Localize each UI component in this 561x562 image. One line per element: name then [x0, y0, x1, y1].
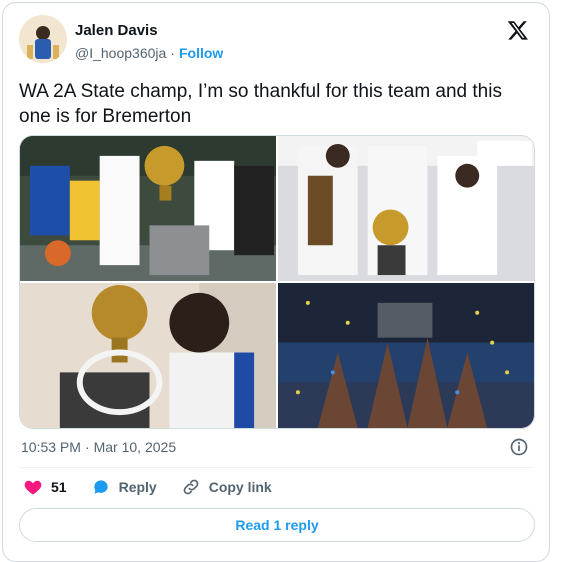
author-handle-row: @I_hoop360ja · Follow: [75, 45, 223, 61]
tweet-timestamp[interactable]: 10:53 PM · Mar 10, 2025: [21, 439, 176, 455]
info-icon[interactable]: [509, 437, 529, 457]
media-grid[interactable]: [19, 135, 535, 429]
action-bar: 51 Reply Copy link: [23, 477, 296, 497]
photo-confetti-hands[interactable]: [278, 283, 534, 428]
tweet-date: Mar 10, 2025: [93, 439, 177, 455]
reply-button[interactable]: Reply: [91, 477, 157, 497]
photo-trophy-celebration[interactable]: [20, 136, 276, 281]
like-count: 51: [51, 479, 67, 495]
copy-link-label: Copy link: [208, 479, 272, 495]
follow-button[interactable]: Follow: [179, 45, 223, 61]
handle-separator: ·: [170, 45, 175, 61]
x-logo-icon[interactable]: [507, 19, 529, 41]
heart-icon: [24, 480, 42, 495]
copy-link-button[interactable]: Copy link: [181, 477, 272, 497]
reply-bubble-icon: [93, 480, 108, 494]
photo-trophy-kiss[interactable]: [20, 283, 276, 428]
author-name[interactable]: Jalen Davis: [75, 22, 158, 39]
read-replies-button[interactable]: Read 1 reply: [19, 508, 535, 542]
tweet-time: 10:53 PM: [21, 439, 81, 455]
timestamp-separator: ·: [84, 439, 90, 455]
avatar[interactable]: [19, 15, 67, 63]
link-icon: [183, 479, 199, 495]
author-handle[interactable]: @I_hoop360ja: [75, 45, 166, 61]
photo-team-trophy[interactable]: [278, 136, 534, 281]
tweet-card: Jalen Davis @I_hoop360ja · Follow WA 2A …: [2, 2, 550, 562]
reply-label: Reply: [118, 479, 157, 495]
tweet-text: WA 2A State champ, I’m so thankful for t…: [19, 81, 502, 127]
like-button[interactable]: 51: [23, 477, 67, 497]
divider: [19, 467, 533, 468]
